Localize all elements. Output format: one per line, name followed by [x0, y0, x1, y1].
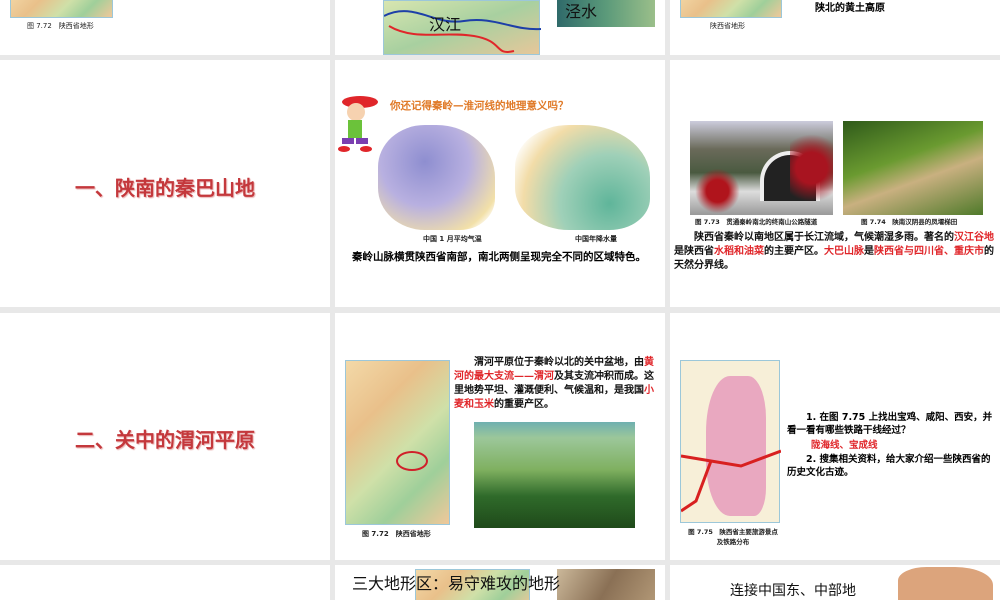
- slide-thumbnail-9[interactable]: 图 7.75 陕西省主要旅游景点及铁路分布 1. 在图 7.75 上找出宝鸡、咸…: [670, 313, 1000, 560]
- photo1-caption: 图 7.73 贯通秦岭南北的终南山公路隧道: [695, 218, 818, 226]
- slide-text: 连接中国东、中部地: [730, 583, 856, 599]
- annual-precipitation-map: [515, 125, 650, 230]
- slide-thumbnail-10[interactable]: [0, 565, 330, 600]
- cartoon-boy-icon: [338, 96, 378, 152]
- slide-thumbnail-6[interactable]: 图 7.73 贯通秦岭南北的终南山公路隧道 图 7.74 陕南汉阴县的凤堰梯田 …: [670, 60, 1000, 307]
- figure-caption: 图 7.72 陕西省地形: [27, 22, 94, 30]
- railway-lines: [681, 449, 781, 513]
- slide-thumbnail-8[interactable]: 图 7.72 陕西省地形 渭河平原位于秦岭以北的关中盆地，由黄河的最大支流——渭…: [335, 313, 665, 560]
- slide-thumbnail-3[interactable]: 陕西省地形 陕北的黄土高原: [670, 0, 1000, 55]
- slide-paragraph: 渭河平原位于秦岭以北的关中盆地，由黄河的最大支流——渭河及其支流冲积而成。这里地…: [454, 357, 654, 410]
- slide-thumbnail-1[interactable]: 图 7.72 陕西省地形: [0, 0, 330, 55]
- shaanxi-terrain-map: [680, 0, 782, 18]
- slide-text: 陕北的黄土高原: [815, 3, 885, 14]
- slide-thumbnail-2[interactable]: 汉江 泾水: [335, 0, 665, 55]
- weihe-plain-photo: [474, 422, 635, 528]
- map1-caption: 中国 1 月平均气温: [423, 235, 482, 243]
- january-temperature-map: [378, 125, 495, 230]
- hanjiang-map: 汉江: [383, 0, 541, 55]
- answer-1: 陇海线、宝成线: [811, 440, 878, 451]
- question-text: 你还记得秦岭—淮河线的地理意义吗？: [390, 100, 569, 112]
- china-map-shape: [898, 567, 993, 600]
- shaanxi-terrain-map: [345, 360, 450, 525]
- map2-caption: 中国年降水量: [575, 235, 617, 243]
- figure-caption: 图 7.72 陕西省地形: [362, 530, 431, 538]
- question-2: 2. 搜集相关资料，给大家介绍一些陕西省的历史文化古迹。: [787, 454, 991, 478]
- slide-thumbnail-5[interactable]: 你还记得秦岭—淮河线的地理意义吗？ 中国 1 月平均气温 中国年降水量 秦岭山脉…: [335, 60, 665, 307]
- photo2-caption: 图 7.74 陕南汉阴县的凤堰梯田: [861, 218, 958, 226]
- question-1: 1. 在图 7.75 上找出宝鸡、咸阳、西安，并看一看有哪些铁路干线经过？: [787, 412, 993, 436]
- slide-paragraph: 陕西省秦岭以南地区属于长江流域，气候潮湿多雨。著名的汉江谷地是陕西省水稻和油菜的…: [674, 232, 994, 271]
- tunnel-photo: [690, 121, 833, 216]
- section-title: 二、关中的渭河平原: [75, 428, 255, 452]
- figure-caption: 图 7.75 陕西省主要旅游景点及铁路分布: [688, 528, 778, 546]
- slide-sentence: 秦岭山脉横贯陕西省南部，南北两侧呈现完全不同的区域特色。: [352, 251, 646, 263]
- shaanxi-terrain-map: [10, 0, 113, 18]
- slide-thumbnail-12[interactable]: 连接中国东、中部地: [670, 565, 1000, 600]
- photo-label: 泾水: [565, 2, 598, 21]
- weihe-highlight-circle: [396, 451, 428, 471]
- figure-caption: 陕西省地形: [710, 22, 745, 30]
- section-title: 一、陕南的秦巴山地: [75, 176, 255, 200]
- map-label: 汉江: [429, 15, 462, 34]
- tourism-railway-map: [680, 360, 781, 523]
- jingshui-photo: 泾水: [557, 0, 655, 27]
- loess-photo: [557, 569, 655, 600]
- slide-thumbnail-4[interactable]: 一、陕南的秦巴山地: [0, 60, 330, 307]
- terrace-photo: [843, 121, 983, 215]
- slide-thumbnail-11[interactable]: 三大地形区：易守难攻的地形: [335, 565, 665, 600]
- slide-text: 三大地形区：易守难攻的地形: [352, 574, 561, 593]
- river-lines: [384, 10, 541, 53]
- slide-thumbnail-7[interactable]: 二、关中的渭河平原: [0, 313, 330, 560]
